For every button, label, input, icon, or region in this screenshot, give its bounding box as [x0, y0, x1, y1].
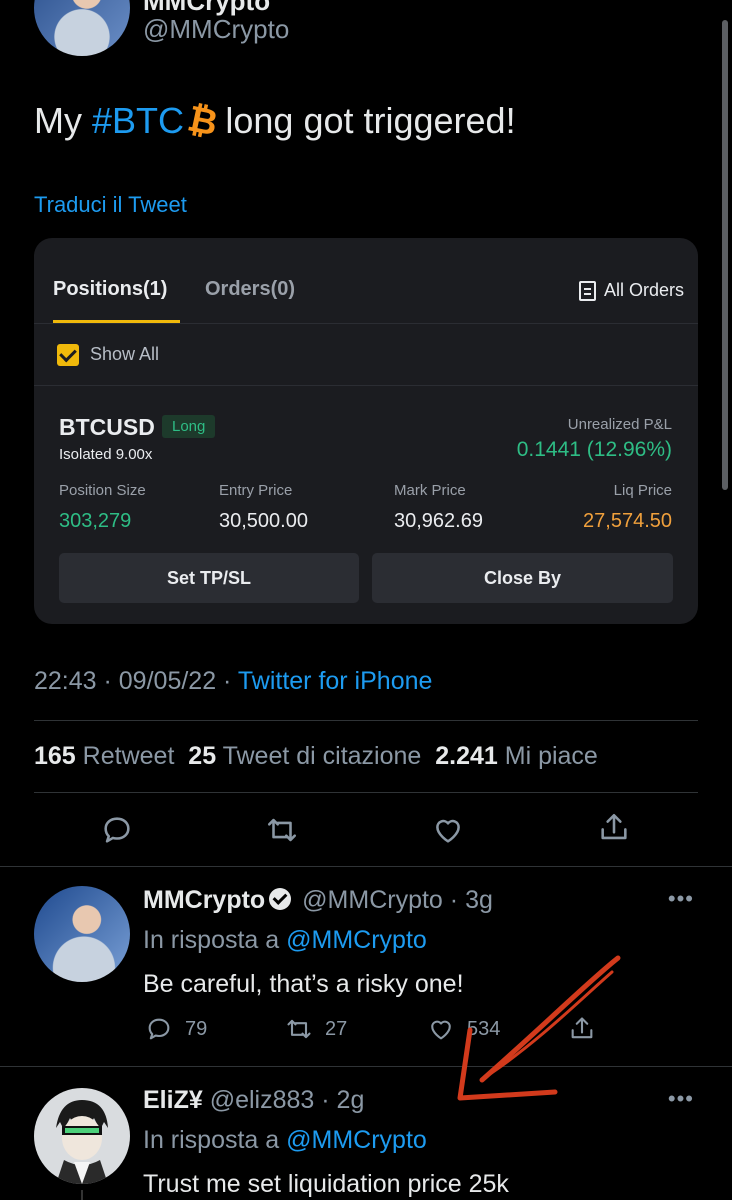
- liq-price-label: Liq Price: [613, 482, 672, 499]
- reply-retweet-button[interactable]: 27: [285, 1014, 347, 1044]
- show-all-label: Show All: [90, 344, 160, 364]
- reply-count: 79: [185, 1017, 208, 1040]
- upnl-value: 0.1441 (12.96%): [516, 438, 672, 461]
- reply-icon: [104, 817, 130, 843]
- quotes-stat[interactable]: 25 Tweet di citazione: [188, 742, 421, 770]
- like-button[interactable]: [431, 813, 465, 847]
- retweets-count: 165: [34, 742, 76, 770]
- reply-to-line: In risposta a @MMCrypto: [143, 926, 427, 955]
- annotation-arrow-icon: [457, 955, 621, 1101]
- tab-indicator: [53, 320, 180, 323]
- share-icon: [601, 813, 627, 840]
- reply-time: · 2g: [321, 1086, 365, 1114]
- likes-count: 2.241: [435, 742, 498, 770]
- reply-author-handle[interactable]: @eliz883: [210, 1086, 315, 1114]
- entry-price-label: Entry Price: [219, 482, 293, 499]
- tab-orders: Orders(0): [205, 278, 296, 300]
- tweet-time: 22:43: [34, 667, 97, 695]
- reply-to-link[interactable]: @MMCrypto: [286, 926, 427, 954]
- reply-author-name[interactable]: MMCrypto: [143, 886, 265, 914]
- side-badge: Long: [162, 415, 216, 438]
- reply-to-link[interactable]: @MMCrypto: [286, 1126, 427, 1154]
- divider: [34, 792, 698, 793]
- show-all-row: Show All: [34, 324, 698, 386]
- retweet-icon: [287, 1019, 311, 1039]
- meta-separator-1: ·: [96, 667, 119, 695]
- position-size-value: 303,279: [59, 510, 132, 532]
- entry-price-value: 30,500.00: [219, 510, 308, 532]
- retweet-count: 27: [325, 1017, 348, 1040]
- thread-line: [81, 1190, 83, 1200]
- share-button[interactable]: [597, 811, 631, 845]
- bitcoin-emoji-icon: ₿: [184, 97, 222, 144]
- author-avatar[interactable]: [34, 0, 130, 56]
- anime-avatar-illustration: [56, 1100, 108, 1184]
- meta-separator-2: ·: [216, 667, 238, 695]
- reply-icon: [148, 1018, 170, 1040]
- tweet-meta: 22:43 · 09/05/22 · Twitter for iPhone: [34, 667, 432, 696]
- tweet-text: My #BTC₿ long got triggered!: [34, 97, 516, 144]
- mark-price-label: Mark Price: [394, 482, 466, 499]
- liq-price-value: 27,574.50: [583, 510, 672, 532]
- all-orders: All Orders: [578, 280, 684, 301]
- position-size-label: Position Size: [59, 482, 146, 499]
- reply-header: MMCrypto @MMCrypto · 3g: [143, 886, 493, 915]
- set-tpsl-button: Set TP/SL: [59, 553, 359, 603]
- scrollbar[interactable]: [722, 20, 728, 490]
- reply-avatar[interactable]: [34, 1088, 130, 1184]
- reply-header: EliZ¥ @eliz883 · 2g: [143, 1086, 364, 1115]
- client-link[interactable]: Twitter for iPhone: [238, 667, 433, 695]
- verified-icon: [269, 888, 292, 910]
- document-icon: [578, 280, 596, 301]
- reply-button[interactable]: [100, 813, 134, 847]
- reply-reply-button[interactable]: 79: [145, 1014, 207, 1044]
- reply-to-prefix: In risposta a: [143, 926, 280, 954]
- more-icon[interactable]: •••: [668, 1086, 694, 1112]
- quotes-count: 25: [188, 742, 217, 770]
- reply-to-line: In risposta a @MMCrypto: [143, 1126, 427, 1155]
- reply-author-handle[interactable]: @MMCrypto: [302, 886, 443, 914]
- likes-stat[interactable]: 2.241 Mi piace: [435, 742, 598, 770]
- mark-price-value: 30,962.69: [394, 510, 483, 532]
- more-icon[interactable]: •••: [668, 886, 694, 912]
- quotes-label: Tweet di citazione: [222, 742, 422, 770]
- card-tabs: Positions(1) Orders(0) All Orders: [34, 238, 698, 324]
- translate-tweet-link[interactable]: Traduci il Tweet: [34, 192, 187, 218]
- reply-time: · 3g: [449, 886, 493, 914]
- retweets-stat[interactable]: 165 Retweet: [34, 742, 174, 770]
- divider: [0, 866, 732, 867]
- reply-author-name[interactable]: EliZ¥: [143, 1086, 203, 1114]
- hashtag-link[interactable]: #BTC: [92, 100, 184, 141]
- positions-card-image[interactable]: Positions(1) Orders(0) All Orders Show A…: [34, 238, 698, 624]
- tweet-text-after: long got triggered!: [225, 100, 516, 141]
- author-handle[interactable]: @MMCrypto: [143, 14, 289, 45]
- retweet-button[interactable]: [265, 813, 299, 847]
- close-by-button: Close By: [372, 553, 673, 603]
- margin-mode: Isolated 9.00x: [59, 446, 153, 463]
- retweets-label: Retweet: [82, 742, 175, 770]
- divider: [34, 720, 698, 721]
- reply-avatar[interactable]: [34, 886, 130, 982]
- tweet-date: 09/05/22: [118, 667, 217, 695]
- reply-text: Trust me set liquidation price 25k: [143, 1170, 509, 1198]
- retweet-icon: [267, 818, 297, 842]
- upnl-label: Unrealized P&L: [567, 416, 672, 433]
- like-icon: [436, 819, 460, 843]
- tweet-text-before: My: [34, 100, 92, 141]
- reply-text: Be careful, that’s a risky one!: [143, 970, 464, 998]
- tab-positions: Positions(1): [53, 278, 168, 300]
- likes-label: Mi piace: [504, 742, 598, 770]
- all-orders-label: All Orders: [603, 280, 684, 300]
- position-symbol: BTCUSD: [59, 414, 155, 440]
- show-all-checkbox: [57, 344, 79, 366]
- reply-to-prefix: In risposta a: [143, 1126, 280, 1154]
- tweet-stats: 165 Retweet 25 Tweet di citazione 2.241 …: [34, 742, 598, 771]
